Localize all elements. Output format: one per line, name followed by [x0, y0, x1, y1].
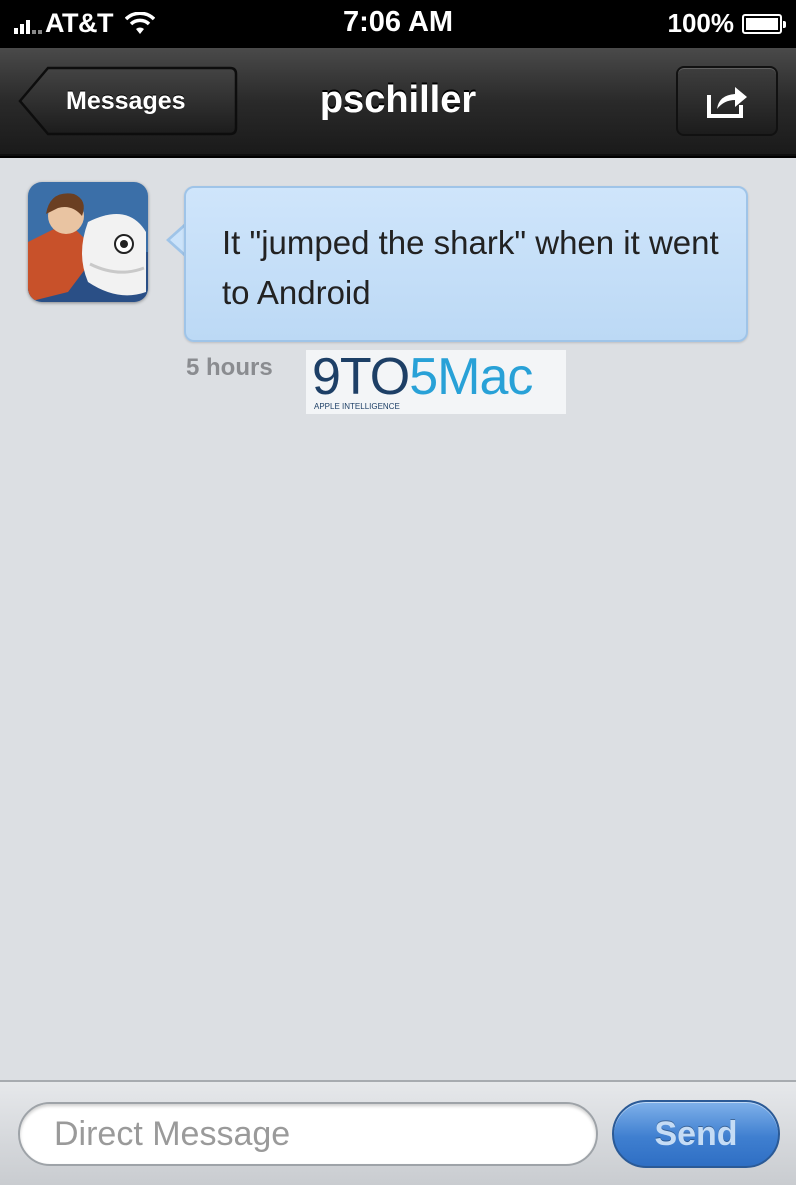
watermark-wordmark: 9TO5Mac	[312, 348, 533, 406]
battery-percent: 100%	[667, 8, 735, 38]
navigation-bar: Messages pschiller	[0, 48, 796, 156]
message-bubble[interactable]: It "jumped the shark" when it went to An…	[184, 186, 748, 342]
message-text: It "jumped the shark" when it went to An…	[222, 224, 719, 311]
battery-icon	[742, 13, 786, 34]
conversation-area[interactable]: It "jumped the shark" when it went to An…	[0, 158, 796, 1080]
share-button[interactable]	[676, 66, 778, 136]
direct-message-input[interactable]	[18, 1102, 598, 1166]
cartoon-avatar-image	[28, 182, 148, 302]
battery-fill	[746, 17, 778, 30]
avatar[interactable]	[28, 182, 148, 302]
watermark-tagline: APPLE INTELLIGENCE	[314, 402, 400, 411]
message-timestamp: 5 hours	[186, 354, 273, 381]
watermark-light-part: 5Mac	[409, 348, 533, 406]
share-icon	[707, 87, 747, 118]
compose-bar: Send	[0, 1080, 796, 1185]
status-right: 100%	[667, 8, 786, 39]
send-button[interactable]: Send	[612, 1100, 780, 1168]
watermark-dark-part: 9TO	[312, 348, 410, 406]
status-bar: AT&T 7:06 AM 100%	[0, 0, 796, 48]
watermark-logo: 9TO5Mac APPLE INTELLIGENCE	[306, 348, 566, 414]
